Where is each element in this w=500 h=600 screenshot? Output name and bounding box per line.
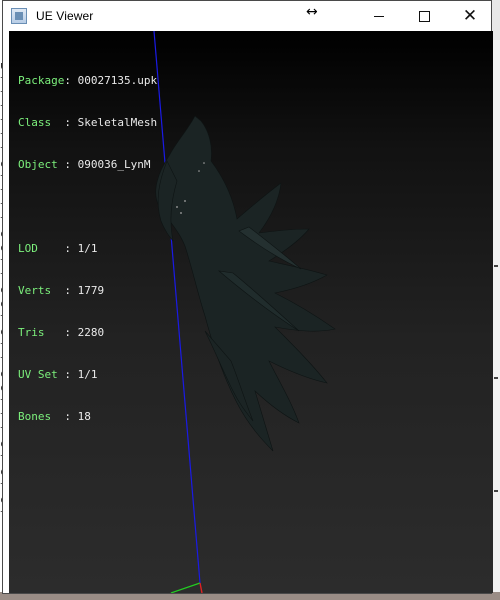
info-key: UV Set xyxy=(18,368,65,381)
x-axis-line xyxy=(199,582,203,593)
info-key: Object xyxy=(18,158,65,171)
window-title: UE Viewer xyxy=(36,9,94,23)
title-bar[interactable]: UE Viewer ↔ ✕ xyxy=(3,1,491,31)
resize-cursor-icon: ↔ xyxy=(306,4,318,20)
verts-value: 1779 xyxy=(77,284,105,297)
maximize-icon xyxy=(418,10,430,22)
scroll-tick xyxy=(494,377,498,379)
background-scrollbar xyxy=(492,40,500,600)
wing-mesh xyxy=(155,115,336,452)
z-axis-line xyxy=(153,31,201,584)
close-icon: ✕ xyxy=(462,5,478,26)
info-key: Class xyxy=(18,116,65,129)
uvset-value: 1/1 xyxy=(77,368,98,381)
tris-value: 2280 xyxy=(77,326,105,339)
scroll-tick xyxy=(494,490,498,492)
class-value: SkeletalMesh xyxy=(77,116,158,129)
bones-value: 18 xyxy=(77,410,91,423)
3d-viewport[interactable]: Package: 00027135.upk Class : SkeletalMe… xyxy=(9,31,493,593)
mesh-info-panel: Package: 00027135.upk Class : SkeletalMe… xyxy=(18,74,158,423)
info-key: Package xyxy=(18,74,65,87)
info-key: Bones xyxy=(18,410,65,423)
maximize-button[interactable] xyxy=(401,1,447,31)
lod-value: 1/1 xyxy=(77,242,98,255)
object-value: 090036_LynM xyxy=(77,158,151,171)
y-axis-line xyxy=(170,582,201,593)
info-key: Tris xyxy=(18,326,65,339)
package-value: 00027135.upk xyxy=(77,74,158,87)
ue-viewer-window: UE Viewer ↔ ✕ Package: 00027135.upk Clas… xyxy=(2,0,493,594)
scroll-tick xyxy=(494,265,498,267)
info-key: Verts xyxy=(18,284,65,297)
info-key: LOD xyxy=(18,242,65,255)
close-button[interactable]: ✕ xyxy=(447,1,493,31)
minimize-button[interactable] xyxy=(356,1,402,31)
minimize-icon xyxy=(374,15,384,17)
app-icon xyxy=(11,8,27,24)
